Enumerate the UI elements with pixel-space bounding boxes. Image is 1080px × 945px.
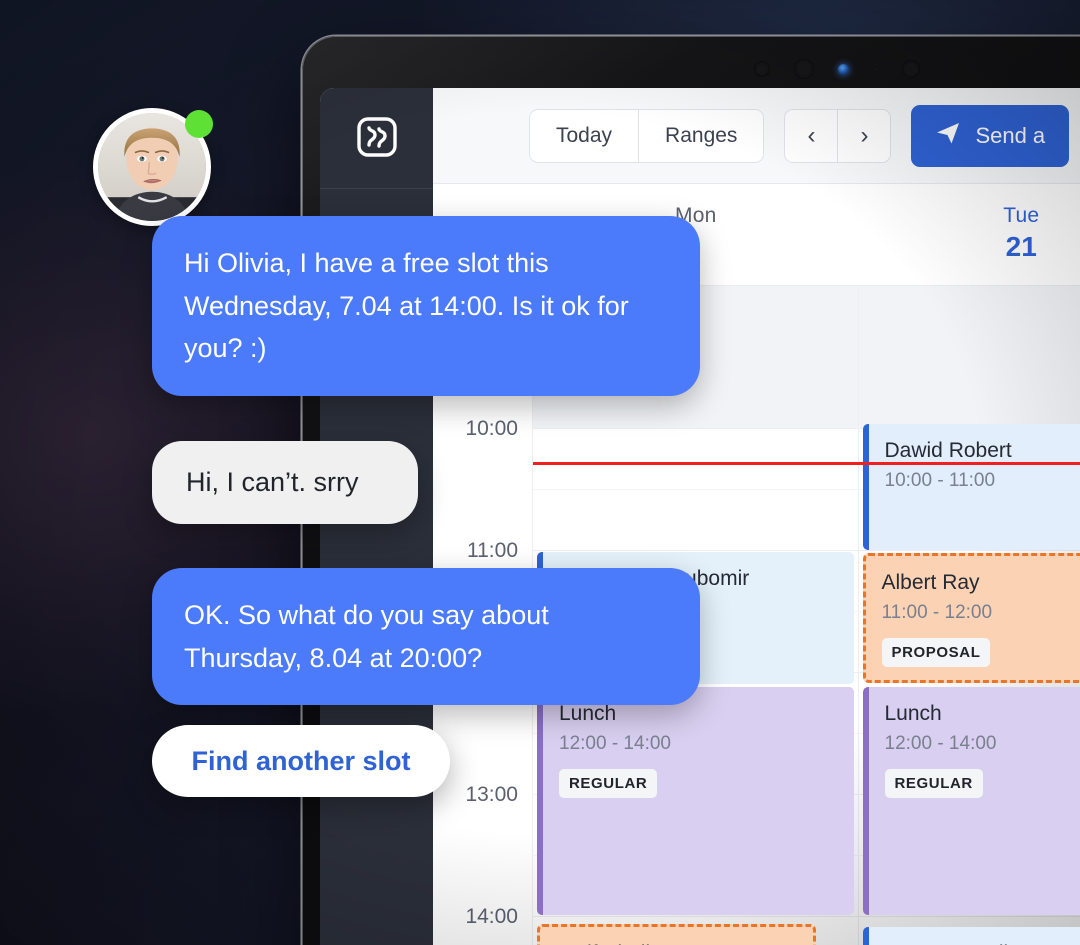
tablet-device: Today Ranges ‹ › Send a Mon Tue 21 10:00… — [302, 36, 1080, 945]
chevron-right-icon[interactable]: › — [837, 109, 891, 162]
day-number: 21 — [1005, 231, 1037, 262]
event-title: Lunch — [884, 702, 942, 725]
day-header-tue[interactable]: Tue 21 — [859, 184, 1080, 285]
online-status-indicator — [185, 110, 213, 138]
calendar-event[interactable]: Lunch 12:00 - 14:00 REGULAR — [537, 687, 854, 915]
time-label: 13:00 — [465, 783, 518, 806]
current-time-indicator — [533, 462, 1080, 465]
calendar-toolbar: Today Ranges ‹ › Send a — [433, 88, 1080, 184]
scene: Today Ranges ‹ › Send a Mon Tue 21 10:00… — [0, 0, 1080, 945]
day-name: Tue — [1003, 204, 1040, 227]
chat-bubble-outgoing: Hi Olivia, I have a free slot this Wedne… — [152, 216, 700, 396]
event-time: 10:00 - 11:00 — [884, 470, 996, 492]
date-nav-group: ‹ › — [784, 108, 892, 163]
event-title: Wulf Kindler — [556, 941, 797, 945]
bezel-speaker-icon — [794, 59, 814, 79]
time-label: 10:00 — [465, 417, 518, 440]
event-badge: REGULAR — [559, 769, 658, 799]
send-button-label: Send a — [975, 122, 1046, 148]
paper-plane-icon — [935, 120, 961, 152]
avatar-wrapper — [93, 108, 213, 226]
bezel-sensor2-icon — [902, 60, 920, 78]
chat-bubble-outgoing: OK. So what do you say about Thursday, 8… — [152, 568, 700, 706]
event-title: Mateusz Maling — [885, 941, 1080, 945]
today-button[interactable]: Today — [530, 109, 639, 162]
sidebar-divider — [320, 188, 433, 189]
view-button-group: Today Ranges — [529, 108, 765, 163]
time-label: 14:00 — [465, 905, 518, 928]
app-logo-icon[interactable] — [354, 114, 400, 160]
chat-bubble-incoming: Hi, I can’t. srry — [152, 441, 418, 524]
camera-icon — [838, 63, 849, 75]
calendar-event[interactable]: Wulf Kindler — [537, 924, 816, 945]
bezel-sensor-cluster — [302, 54, 1080, 84]
event-time: 11:00 - 12:00 — [881, 602, 993, 624]
calendar-event[interactable]: Mateusz Maling — [862, 927, 1080, 945]
event-title: Dawid Robert — [884, 439, 1012, 462]
time-label: 11:00 — [467, 539, 518, 562]
chevron-left-icon[interactable]: ‹ — [785, 109, 838, 162]
send-availability-button[interactable]: Send a — [911, 104, 1070, 167]
calendar-event[interactable]: Lunch 12:00 - 14:00 REGULAR — [862, 687, 1080, 915]
ranges-button[interactable]: Ranges — [638, 109, 764, 162]
find-another-slot-button[interactable]: Find another slot — [152, 725, 450, 797]
bezel-led-icon — [873, 66, 878, 72]
day-column-tue[interactable]: Dawid Robert 10:00 - 11:00 Albert Ray 11… — [859, 286, 1080, 945]
calendar-event[interactable]: Albert Ray 11:00 - 12:00 PROPOSAL — [862, 553, 1080, 683]
event-time: 12:00 - 14:00 — [559, 733, 671, 755]
bezel-sensor-icon — [754, 61, 770, 77]
event-badge: REGULAR — [884, 769, 983, 799]
calendar-event[interactable]: Dawid Robert 10:00 - 11:00 — [862, 424, 1080, 550]
event-title: Albert Ray — [881, 571, 980, 594]
event-time: 12:00 - 14:00 — [884, 733, 997, 755]
event-badge: PROPOSAL — [881, 638, 991, 668]
